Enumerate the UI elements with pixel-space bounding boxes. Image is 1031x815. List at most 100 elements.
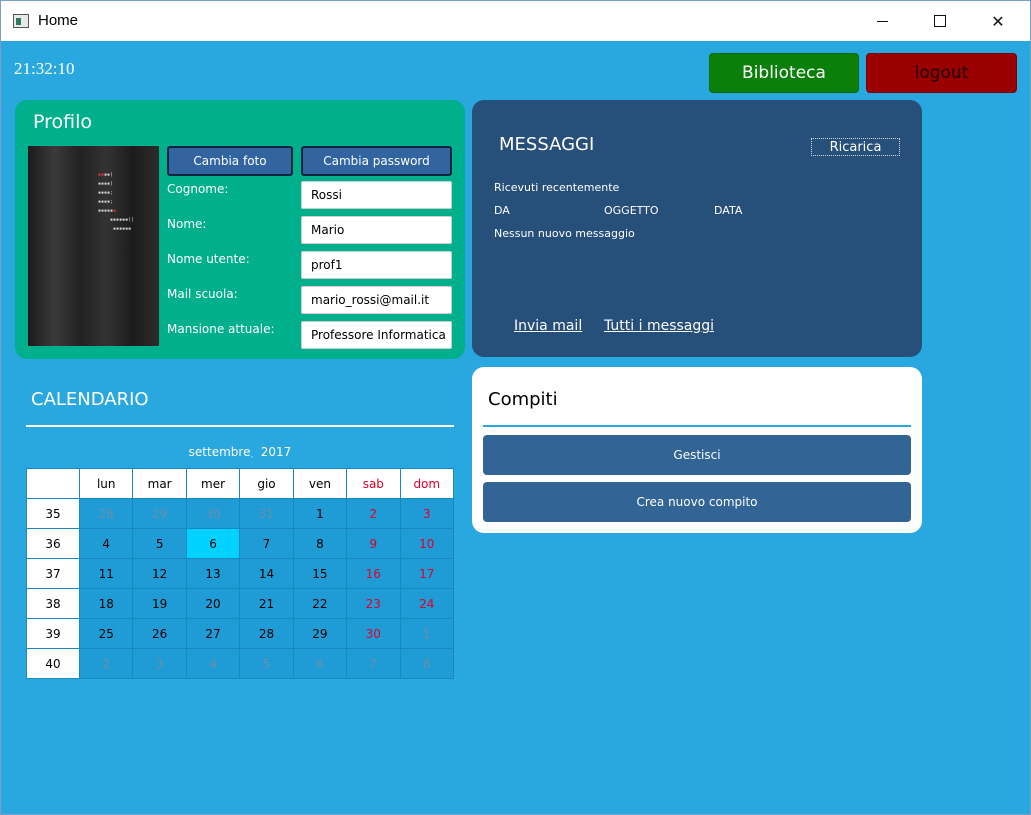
calendar-day[interactable]: 28 — [239, 618, 294, 649]
send-mail-link[interactable]: Invia mail — [514, 318, 582, 334]
surname-field[interactable]: Rossi — [301, 181, 452, 209]
calendar-day[interactable]: 12 — [132, 558, 187, 589]
create-task-button[interactable]: Crea nuovo compito — [483, 482, 911, 522]
calendar-day[interactable]: 19 — [132, 588, 187, 619]
tasks-title: Compiti — [488, 389, 558, 410]
calendar-week-row: 39 25 26 27 28 29 30 1 — [26, 618, 455, 649]
calendar-day[interactable]: 11 — [78, 558, 134, 589]
weekday-header: ven — [292, 468, 348, 499]
calendar-day[interactable]: 1 — [399, 618, 455, 649]
year-value[interactable]: 2017 — [261, 445, 292, 459]
week-number: 36 — [26, 528, 80, 559]
calendar-day[interactable]: 5 — [239, 648, 294, 679]
calendar-day[interactable]: 3 — [132, 648, 187, 679]
calendar-day[interactable]: 8 — [399, 648, 455, 679]
tasks-divider — [483, 425, 911, 427]
calendar-day[interactable]: 9 — [346, 528, 401, 559]
calendar-day[interactable]: 8 — [292, 528, 348, 559]
calendar-day[interactable]: 31 — [239, 498, 294, 529]
reload-button[interactable]: Ricarica — [811, 138, 900, 156]
window-title: Home — [38, 12, 79, 29]
calendar-day[interactable]: 21 — [239, 588, 294, 619]
calendar-day[interactable]: 2 — [78, 648, 134, 679]
calendar-week-row: 37 11 12 13 14 15 16 17 — [26, 558, 455, 589]
calendar-day[interactable]: 7 — [239, 528, 294, 559]
month-name[interactable]: settembre — [189, 445, 251, 459]
calendar-day[interactable]: 25 — [78, 618, 134, 649]
school-mail-label: Mail scuola: — [167, 287, 238, 301]
biblioteca-button[interactable]: Biblioteca — [709, 53, 859, 93]
calendar-day[interactable]: 14 — [239, 558, 294, 589]
profile-photo: ▪▪▪▪( ▪▪▪▪( ▪▪▪▪; ▪▪▪▪; ▪▪▪▪▪▪ ▪▪▪▪▪▪() … — [28, 146, 159, 346]
current-role-field[interactable]: Professore Informatica — [301, 321, 452, 349]
weekday-header-row: lun mar mer gio ven sab dom — [26, 468, 455, 499]
week-number-header — [26, 468, 80, 499]
calendar-day[interactable]: 22 — [292, 588, 348, 619]
calendar-day[interactable]: 7 — [346, 648, 401, 679]
messages-title: MESSAGGI — [499, 134, 595, 155]
messages-panel: MESSAGGI Ricarica Ricevuti recentemente … — [472, 100, 922, 357]
weekday-header: mer — [185, 468, 241, 499]
calendar-day[interactable]: 30 — [346, 618, 401, 649]
calendar-grid: lun mar mer gio ven sab dom 35 28 29 30 31 1 2… — [26, 468, 455, 679]
calendar-day[interactable]: 26 — [132, 618, 187, 649]
calendar-day[interactable]: 5 — [132, 528, 187, 559]
column-subject: OGGETTO — [604, 204, 659, 217]
calendar-week-row: 35 28 29 30 31 1 2 3 — [26, 498, 455, 529]
column-date: DATA — [714, 204, 743, 217]
photo-image: ▪▪▪▪( ▪▪▪▪( ▪▪▪▪; ▪▪▪▪; ▪▪▪▪▪▪ ▪▪▪▪▪▪() … — [98, 172, 135, 232]
calendar-day[interactable]: 3 — [399, 498, 455, 529]
main-area: 21:32:10 Biblioteca logout Profilo ▪▪▪▪(… — [2, 41, 1029, 809]
calendar-day[interactable]: 4 — [78, 528, 134, 559]
week-number: 35 — [26, 498, 80, 529]
calendar-day[interactable]: 2 — [346, 498, 401, 529]
close-icon[interactable]: ✕ — [969, 1, 1027, 41]
calendar-day[interactable]: 20 — [185, 588, 241, 619]
calendar-day[interactable]: 1 — [292, 498, 348, 529]
maximize-icon[interactable] — [911, 1, 969, 41]
change-photo-button[interactable]: Cambia foto — [167, 146, 293, 176]
calendar-day[interactable]: 18 — [78, 588, 134, 619]
calendar-day[interactable]: 6 — [292, 648, 348, 679]
column-from: DA — [494, 204, 510, 217]
calendar-day[interactable]: 27 — [185, 618, 241, 649]
empty-messages: Nessun nuovo messaggio — [494, 227, 635, 240]
all-messages-link[interactable]: Tutti i messaggi — [604, 318, 714, 334]
username-field[interactable]: prof1 — [301, 251, 452, 279]
weekday-header: lun — [78, 468, 134, 499]
calendar-day[interactable]: 13 — [185, 558, 241, 589]
weekday-header: mar — [132, 468, 187, 499]
name-field[interactable]: Mario — [301, 216, 452, 244]
manage-tasks-button[interactable]: Gestisci — [483, 435, 911, 475]
calendar-day[interactable]: 10 — [399, 528, 455, 559]
calendar-day[interactable]: 23 — [346, 588, 401, 619]
calendar-day[interactable]: 24 — [399, 588, 455, 619]
calendar-day[interactable]: 30 — [185, 498, 241, 529]
calendar-month-selector[interactable]: settembre˯ 2017 — [26, 445, 454, 459]
school-mail-field[interactable]: mario_rossi@mail.it — [301, 286, 452, 314]
name-label: Nome: — [167, 217, 207, 231]
calendar-day[interactable]: 6 — [185, 528, 241, 559]
logout-button[interactable]: logout — [866, 53, 1017, 93]
month-dropdown-icon[interactable]: ˯ — [250, 449, 253, 458]
calendar-week-row: 36 4 5 6 7 8 9 10 — [26, 528, 455, 559]
calendar-week-row: 38 18 19 20 21 22 23 24 — [26, 588, 455, 619]
calendar-day[interactable]: 29 — [132, 498, 187, 529]
calendar-day[interactable]: 15 — [292, 558, 348, 589]
weekday-header: dom — [399, 468, 455, 499]
change-password-button[interactable]: Cambia password — [301, 146, 452, 176]
minimize-icon[interactable] — [853, 1, 911, 41]
profile-title: Profilo — [33, 111, 93, 133]
calendar-day[interactable]: 17 — [399, 558, 455, 589]
weekday-header: gio — [239, 468, 294, 499]
calendar-day[interactable]: 28 — [78, 498, 134, 529]
calendar-day[interactable]: 16 — [346, 558, 401, 589]
username-label: Nome utente: — [167, 252, 250, 266]
recent-label: Ricevuti recentemente — [494, 181, 620, 194]
week-number: 40 — [26, 648, 80, 679]
calendar-day[interactable]: 4 — [185, 648, 241, 679]
current-role-label: Mansione attuale: — [167, 322, 275, 336]
calendar-day[interactable]: 29 — [292, 618, 348, 649]
week-number: 38 — [26, 588, 80, 619]
clock: 21:32:10 — [14, 59, 75, 78]
